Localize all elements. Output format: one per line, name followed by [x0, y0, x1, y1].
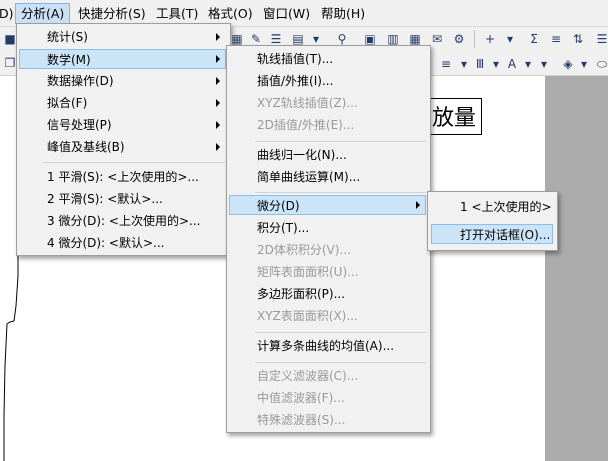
- recent-item[interactable]: 2 平滑(S): <默认>...: [47, 189, 163, 209]
- recent-item[interactable]: 4 微分(D): <默认>...: [47, 233, 164, 253]
- width-dropdown-icon[interactable]: ▾: [488, 56, 504, 72]
- menu-separator: [43, 162, 225, 163]
- menu-item-simple-math[interactable]: 简单曲线运算(M)...: [257, 167, 360, 187]
- menu-item-label: 信号处理(P): [47, 118, 112, 132]
- font-color-dropdown-icon[interactable]: ▾: [520, 56, 536, 72]
- menu-item-label: 数据操作(D): [47, 74, 114, 88]
- more-icon[interactable]: ▾: [502, 31, 518, 47]
- submenu-arrow-icon: [216, 55, 220, 63]
- menu-item-label: 微分(D): [257, 199, 300, 213]
- menu-item-last-used[interactable]: 1 <上次使用的>: [460, 197, 552, 217]
- menu-item-matrix-surface[interactable]: 矩阵表面面积(U)...: [257, 262, 359, 282]
- menu-separator: [255, 141, 426, 142]
- gear-icon[interactable]: ⚙: [451, 31, 467, 47]
- menu-item-label: 峰值及基线(B): [47, 140, 125, 154]
- sort-icon[interactable]: ≡: [548, 31, 564, 47]
- menu-item-open-dialog[interactable]: 打开对话框(O)...: [431, 224, 553, 244]
- menu-separator: [255, 192, 426, 193]
- menu-item-average-curves[interactable]: 计算多条曲线的均值(A)...: [257, 336, 394, 356]
- menu-separator: [255, 362, 426, 363]
- recent-item[interactable]: 1 平滑(S): <上次使用的>...: [47, 167, 199, 187]
- menu-item-special-filter[interactable]: 特殊滤波器(S)...: [257, 410, 345, 430]
- toolbar-separator: [474, 30, 475, 48]
- menu-item-xyz-trajectory[interactable]: XYZ轨线插值(Z)...: [257, 93, 358, 113]
- menu-analysis[interactable]: 分析(A): [15, 3, 71, 24]
- sum-icon[interactable]: Σ: [526, 31, 542, 47]
- menu-quick-analysis[interactable]: 快捷分析(S): [73, 4, 151, 23]
- menu-item-integrate[interactable]: 积分(T)...: [257, 218, 309, 238]
- menu-item-label: 数学(M): [47, 53, 91, 67]
- font-color-icon[interactable]: A: [504, 56, 520, 72]
- menu-item-statistics[interactable]: 统计(S): [17, 27, 228, 47]
- shape-icon[interactable]: ⬭: [594, 56, 608, 72]
- menu-item-label: 打开对话框(O)...: [460, 228, 551, 242]
- submenu-arrow-icon: [216, 143, 220, 151]
- menu-item-data-manipulation[interactable]: 数据操作(D): [17, 71, 228, 91]
- analysis-menu: 统计(S) 数学(M) 数据操作(D) 拟合(F) 信号处理(P) 峰值及基线(…: [16, 23, 231, 256]
- more-icon[interactable]: ▾: [536, 56, 552, 72]
- differentiate-submenu: 1 <上次使用的> 打开对话框(O)...: [427, 191, 558, 251]
- menu-item-2d-interp[interactable]: 2D插值/外推(E)...: [257, 115, 354, 135]
- add-column-icon[interactable]: +: [482, 31, 498, 47]
- menu-help[interactable]: 帮助(H): [316, 4, 370, 23]
- menu-item-2d-volume[interactable]: 2D体积积分(V)...: [257, 240, 351, 260]
- menu-format[interactable]: 格式(O): [203, 4, 258, 23]
- menu-separator: [255, 332, 426, 333]
- menu-tools[interactable]: 工具(T): [151, 4, 203, 23]
- submenu-arrow-icon: [216, 77, 220, 85]
- menu-item-signal-processing[interactable]: 信号处理(P): [17, 115, 228, 135]
- math-submenu: 轨线插值(T)... 插值/外推(I)... XYZ轨线插值(Z)... 2D插…: [226, 45, 431, 433]
- submenu-arrow-icon: [216, 121, 220, 129]
- sort-az-icon[interactable]: ⇅: [570, 31, 586, 47]
- fill-color-icon[interactable]: ◈: [560, 56, 576, 72]
- menu-item-fitting[interactable]: 拟合(F): [17, 93, 228, 113]
- recent-item[interactable]: 3 微分(D): <上次使用的>...: [47, 211, 200, 231]
- submenu-arrow-icon: [216, 99, 220, 107]
- line-dropdown-icon[interactable]: ▾: [456, 56, 472, 72]
- menu-item-label: 拟合(F): [47, 96, 88, 110]
- menu-item-median-filter[interactable]: 中值滤波器(F)...: [257, 388, 345, 408]
- line-style-icon[interactable]: ≡: [438, 56, 454, 72]
- fill-dropdown-icon[interactable]: ▾: [576, 56, 592, 72]
- menu-item-trajectory-interp[interactable]: 轨线插值(T)...: [257, 49, 333, 69]
- note-icon[interactable]: ✉: [429, 31, 445, 47]
- menu-item-xyz-surface[interactable]: XYZ表面面积(X)...: [257, 306, 358, 326]
- graph-label[interactable]: 放量: [426, 98, 483, 135]
- menu-window[interactable]: 窗口(W): [258, 4, 315, 23]
- menu-item-interp-extrap[interactable]: 插值/外推(I)...: [257, 71, 333, 91]
- menu-item-math[interactable]: 数学(M): [19, 49, 226, 69]
- menu-item-peaks-baseline[interactable]: 峰值及基线(B): [17, 137, 228, 157]
- submenu-arrow-icon: [416, 201, 420, 209]
- submenu-arrow-icon: [216, 33, 220, 41]
- line-width-icon[interactable]: Ⅲ: [472, 56, 488, 72]
- menu-item-normalize[interactable]: 曲线归一化(N)...: [257, 145, 347, 165]
- menu-item-label: 统计(S): [47, 30, 88, 44]
- set-column-icon[interactable]: ☰: [594, 31, 608, 47]
- menu-item-polygon-area[interactable]: 多边形面积(P)...: [257, 284, 345, 304]
- menu-item-custom-filter[interactable]: 自定义滤波器(C)...: [257, 366, 358, 386]
- menu-item-differentiate[interactable]: 微分(D): [229, 195, 426, 215]
